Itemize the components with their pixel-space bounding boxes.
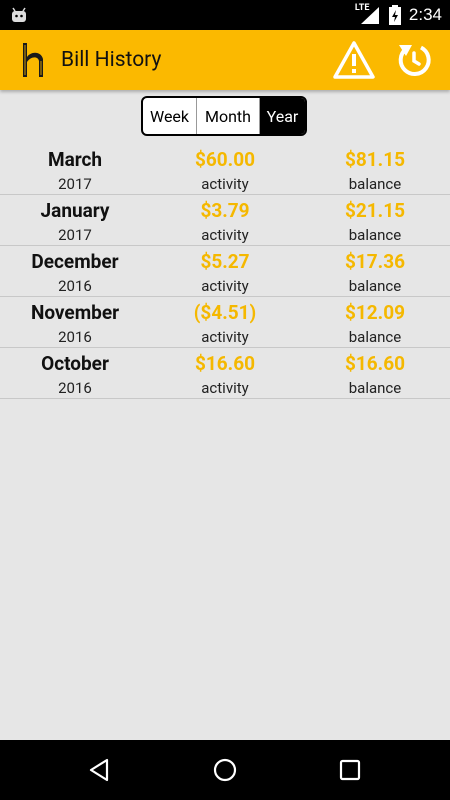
period-selector: Week Month Year	[141, 96, 307, 136]
row-month: March	[47, 148, 103, 171]
list-item[interactable]: January 2017 $3.79 activity $21.15 balan…	[0, 195, 450, 246]
row-balance-label: balance	[348, 379, 402, 397]
row-activity-amount: $16.60	[194, 352, 255, 375]
list-item[interactable]: October 2016 $16.60 activity $16.60 bala…	[0, 348, 450, 399]
signal-icon: LTE	[355, 3, 381, 25]
list-item[interactable]: March 2017 $60.00 activity $81.15 balanc…	[0, 144, 450, 195]
home-icon[interactable]	[210, 755, 240, 785]
row-year: 2016	[58, 277, 92, 295]
h-logo-icon	[23, 43, 43, 77]
row-month: November	[30, 301, 120, 324]
period-week-button[interactable]: Week	[143, 98, 197, 134]
row-activity-label: activity	[201, 328, 249, 346]
row-year: 2017	[58, 226, 92, 244]
row-balance-amount: $12.09	[344, 301, 405, 324]
list-item[interactable]: December 2016 $5.27 activity $17.36 bala…	[0, 246, 450, 297]
app-bar: Bill History	[0, 30, 450, 90]
system-nav-bar	[0, 740, 450, 800]
row-month: October	[41, 352, 109, 375]
row-balance-amount: $81.15	[344, 148, 405, 171]
status-bar: LTE 2:34	[0, 0, 450, 30]
row-balance-label: balance	[348, 328, 402, 346]
row-year: 2017	[58, 175, 92, 193]
row-activity-label: activity	[201, 277, 249, 295]
row-month: December	[31, 250, 119, 273]
row-balance-label: balance	[348, 175, 402, 193]
refresh-icon[interactable]	[395, 41, 433, 79]
android-notification-icon	[12, 7, 26, 22]
row-activity-amount: $60.00	[194, 148, 255, 171]
row-activity-label: activity	[201, 226, 249, 244]
bill-history-list: March 2017 $60.00 activity $81.15 balanc…	[0, 144, 450, 399]
row-balance-label: balance	[348, 277, 402, 295]
row-activity-amount: $5.27	[200, 250, 250, 273]
back-icon[interactable]	[85, 755, 115, 785]
list-item[interactable]: November 2016 ($4.51) activity $12.09 ba…	[0, 297, 450, 348]
row-balance-label: balance	[348, 226, 402, 244]
recents-icon[interactable]	[335, 755, 365, 785]
row-month: January	[40, 199, 110, 222]
row-year: 2016	[58, 379, 92, 397]
row-activity-label: activity	[201, 379, 249, 397]
clock: 2:34	[408, 5, 442, 24]
row-activity-amount: $3.79	[200, 199, 250, 222]
period-month-button[interactable]: Month	[197, 98, 260, 134]
period-year-button[interactable]: Year	[260, 98, 305, 134]
row-balance-amount: $16.60	[344, 352, 405, 375]
battery-icon	[388, 5, 401, 25]
page-title: Bill History	[61, 48, 162, 72]
row-balance-amount: $21.15	[344, 199, 405, 222]
row-balance-amount: $17.36	[344, 250, 405, 273]
row-activity-label: activity	[201, 175, 249, 193]
warning-icon[interactable]	[333, 40, 375, 80]
row-activity-amount: ($4.51)	[193, 301, 257, 324]
row-year: 2016	[58, 328, 92, 346]
